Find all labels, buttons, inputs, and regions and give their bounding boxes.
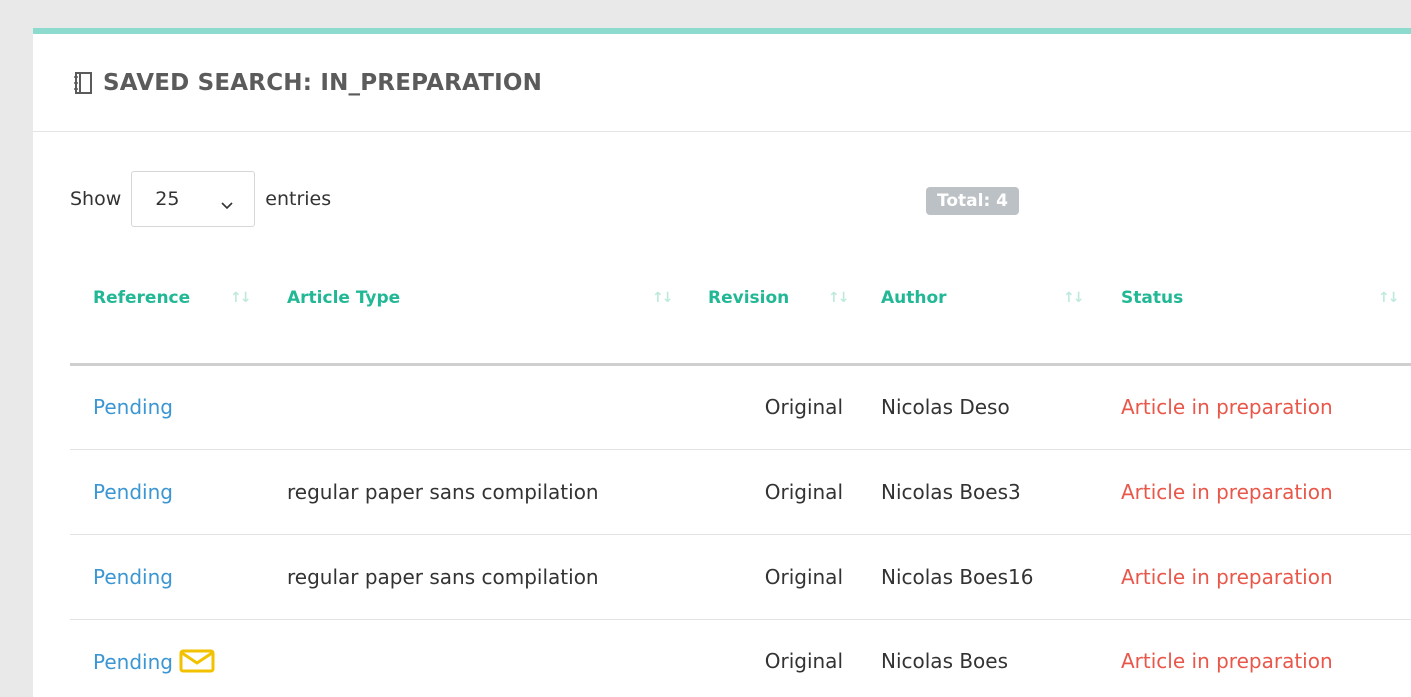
- panel-header: SAVED SEARCH: IN_PREPARATION: [33, 34, 1411, 132]
- reference-link[interactable]: Pending: [93, 650, 173, 674]
- table-row[interactable]: Pending regular paper sans compilation O…: [70, 534, 1411, 620]
- sort-icon: ↑↓: [652, 290, 674, 306]
- show-label: Show: [70, 188, 122, 210]
- article-type-cell: regular paper sans compilation: [264, 449, 685, 535]
- reference-link[interactable]: Pending: [93, 395, 173, 419]
- column-header-reference[interactable]: Reference ↑↓: [70, 256, 264, 366]
- table-header-row: Reference ↑↓ Article Type ↑↓ Revision ↑↓…: [70, 256, 1411, 366]
- saved-search-panel: SAVED SEARCH: IN_PREPARATION Show 25 ent…: [33, 28, 1411, 697]
- reference-link[interactable]: Pending: [93, 565, 173, 589]
- total-badge: Total: 4: [926, 187, 1019, 215]
- column-header-label: Status: [1121, 288, 1184, 308]
- entries-select[interactable]: 25: [131, 171, 256, 227]
- author-cell: Nicolas Boes: [858, 619, 1098, 697]
- column-header-article-type[interactable]: Article Type ↑↓: [264, 256, 685, 366]
- chevron-down-icon: [220, 194, 234, 210]
- column-header-revision[interactable]: Revision ↑↓: [685, 256, 858, 366]
- column-header-label: Reference: [93, 288, 191, 308]
- revision-cell: Original: [685, 364, 858, 450]
- table-row[interactable]: Pending Original Nicolas Boes Article in…: [70, 619, 1411, 697]
- article-type-cell: [264, 619, 685, 697]
- table-row[interactable]: Pending Original Nicolas Deso Article in…: [70, 364, 1411, 450]
- panel-title: SAVED SEARCH: IN_PREPARATION: [103, 69, 543, 96]
- article-type-cell: regular paper sans compilation: [264, 534, 685, 620]
- status-cell: Article in preparation: [1098, 619, 1411, 697]
- author-cell: Nicolas Deso: [858, 364, 1098, 450]
- author-cell: Nicolas Boes3: [858, 449, 1098, 535]
- envelope-icon[interactable]: [179, 649, 215, 673]
- column-header-status[interactable]: Status ↑↓: [1098, 256, 1411, 366]
- sort-icon: ↑↓: [230, 290, 252, 306]
- sort-icon: ↑↓: [1378, 290, 1400, 306]
- sort-icon: ↑↓: [1063, 290, 1085, 306]
- table-row[interactable]: Pending regular paper sans compilation O…: [70, 449, 1411, 535]
- sort-icon: ↑↓: [828, 290, 850, 306]
- article-type-cell: [264, 364, 685, 450]
- status-cell: Article in preparation: [1098, 534, 1411, 620]
- reference-link[interactable]: Pending: [93, 480, 173, 504]
- author-cell: Nicolas Boes16: [858, 534, 1098, 620]
- revision-cell: Original: [685, 449, 858, 535]
- column-header-label: Revision: [708, 288, 790, 308]
- entries-select-value: 25: [155, 188, 180, 210]
- revision-cell: Original: [685, 534, 858, 620]
- status-cell: Article in preparation: [1098, 364, 1411, 450]
- entries-label: entries: [265, 188, 332, 210]
- status-cell: Article in preparation: [1098, 449, 1411, 535]
- entries-control: Show 25 entries: [70, 171, 331, 227]
- column-header-label: Article Type: [287, 288, 401, 308]
- results-table: Reference ↑↓ Article Type ↑↓ Revision ↑↓…: [70, 256, 1411, 697]
- notebook-icon: [73, 71, 93, 94]
- column-header-author[interactable]: Author ↑↓: [858, 256, 1098, 366]
- revision-cell: Original: [685, 619, 858, 697]
- column-header-label: Author: [881, 288, 947, 308]
